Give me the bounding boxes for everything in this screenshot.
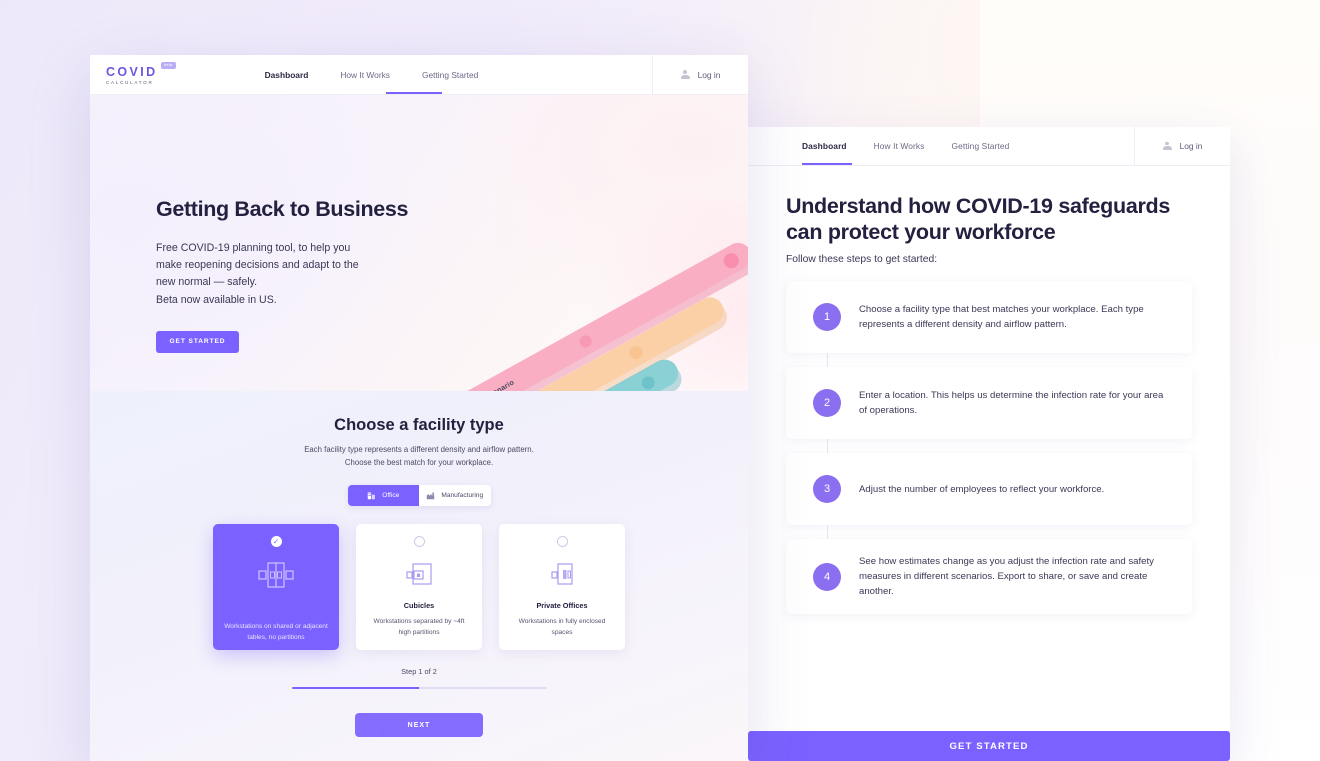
facility-card-title: Cubicles: [403, 601, 435, 610]
secondary-content: Understand how COVID-19 safeguards can p…: [748, 166, 1230, 614]
login-label: Log in: [1179, 141, 1203, 151]
step-number-badge: 4: [813, 562, 841, 591]
steps-list: 1 Choose a facility type that best match…: [786, 281, 1192, 614]
progress-bar-fill: [291, 687, 419, 690]
toggle-option-manufacturing[interactable]: Manufacturing: [419, 485, 491, 506]
facility-description: Each facility type represents a differen…: [90, 444, 748, 469]
step-text: Choose a facility type that best matches…: [859, 304, 1144, 330]
nav-item-how-it-works[interactable]: How It Works: [340, 70, 390, 80]
step-item: 2 Enter a location. This helps us determ…: [786, 367, 1192, 439]
facility-card-description: Workstations separated by ~4ft high part…: [373, 618, 465, 636]
toggle-label-manufacturing: Manufacturing: [441, 492, 484, 499]
progress-bar: [291, 687, 547, 690]
user-icon: [1162, 141, 1172, 151]
step-number-badge: 1: [813, 303, 841, 331]
cubicle-icon: [403, 558, 435, 592]
primary-window: COVID CALCULATOR beta Dashboard How It W…: [90, 55, 748, 761]
hero-line-1: Free COVID-19 planning tool, to help you: [156, 242, 351, 254]
step-text: Enter a location. This helps us determin…: [859, 390, 1164, 416]
login-label: Log in: [697, 69, 721, 80]
secondary-navbar: Dashboard How It Works Getting Started L…: [748, 127, 1230, 166]
nav-item-dashboard[interactable]: Dashboard: [802, 141, 847, 151]
facility-card-private-offices[interactable]: Private Offices Workstations in fully en…: [499, 524, 625, 650]
step-item: 3 Adjust the number of employees to refl…: [786, 453, 1192, 525]
beta-badge: beta: [161, 61, 176, 69]
facility-card-cubicles[interactable]: Cubicles Workstations separated by ~4ft …: [356, 524, 482, 650]
next-button[interactable]: NEXT: [355, 713, 483, 738]
secondary-cta-wrap: GET STARTED: [748, 731, 1230, 761]
primary-nav-links: Dashboard How It Works Getting Started: [265, 70, 479, 80]
facility-card-radio-selected[interactable]: [270, 536, 282, 548]
shared-desk-icon: [255, 558, 297, 592]
scenario-sliders-illustration: Baseline Scenario Scenario A Scenario B: [435, 195, 748, 391]
facility-type-toggle: Office Manufacturing: [347, 485, 491, 506]
step-text: Adjust the number of employees to reflec…: [859, 483, 1105, 495]
active-tab-underline: [386, 92, 442, 94]
secondary-nav-links: Dashboard How It Works Getting Started: [802, 141, 1009, 151]
step-item: 4 See how estimates change as you adjust…: [786, 539, 1192, 614]
toggle-label-office: Office: [382, 492, 400, 499]
facility-desc-line-2: Choose the best match for your workplace…: [344, 457, 494, 467]
step-text: See how estimates change as you adjust t…: [859, 556, 1154, 597]
facility-card-description: Workstations in fully enclosed spaces: [518, 618, 606, 636]
brand-logo[interactable]: COVID CALCULATOR beta: [106, 61, 176, 85]
facility-heading: Choose a facility type: [334, 416, 504, 434]
step-number-badge: 3: [813, 475, 841, 503]
scenario-marker: [577, 332, 594, 350]
facility-section: Choose a facility type Each facility typ…: [90, 391, 748, 761]
facility-card-open-plan[interactable]: Workstations on shared or adjacent table…: [213, 524, 339, 650]
hero-line-4: Beta now available in US.: [156, 293, 277, 306]
secondary-window: Dashboard How It Works Getting Started L…: [748, 127, 1230, 761]
secondary-page-title: Understand how COVID-19 safeguards can p…: [786, 194, 1171, 244]
facility-desc-line-1: Each facility type represents a differen…: [304, 445, 534, 454]
brand-subtitle: CALCULATOR: [106, 79, 154, 85]
brand-name: COVID: [106, 64, 158, 79]
facility-card-radio[interactable]: [556, 536, 568, 547]
user-icon: [680, 70, 690, 79]
hero-line-3: new normal — safely.: [156, 276, 258, 289]
nav-item-getting-started[interactable]: Getting Started: [422, 70, 478, 80]
login-button[interactable]: Log in: [652, 55, 748, 94]
facility-card-description: Workstations on shared or adjacent table…: [224, 623, 328, 641]
facility-card-title: Private Offices: [536, 601, 588, 610]
get-started-button-secondary[interactable]: GET STARTED: [748, 731, 1230, 761]
scenario-slider-handle[interactable]: [626, 343, 645, 361]
facility-card-list: Workstations on shared or adjacent table…: [90, 524, 748, 650]
step-number-badge: 2: [813, 389, 841, 417]
step-indicator: Step 1 of 2: [401, 667, 437, 676]
toggle-option-office[interactable]: Office: [347, 485, 419, 506]
office-building-icon: [367, 492, 376, 500]
nav-item-dashboard[interactable]: Dashboard: [265, 70, 309, 80]
get-started-button[interactable]: GET STARTED: [156, 330, 239, 353]
hero-section: Getting Back to Business Free COVID-19 p…: [90, 95, 748, 391]
nav-item-how-it-works[interactable]: How It Works: [874, 141, 925, 151]
facility-card-radio[interactable]: [413, 536, 425, 547]
hero-text-block: Getting Back to Business Free COVID-19 p…: [156, 197, 426, 353]
scenario-slider-handle[interactable]: [720, 250, 742, 271]
primary-navbar: COVID CALCULATOR beta Dashboard How It W…: [90, 55, 748, 95]
hero-line-2: make reopening decisions and adapt to th…: [156, 259, 359, 272]
active-tab-underline: [802, 163, 852, 165]
login-button-secondary[interactable]: Log in: [1134, 127, 1230, 165]
private-office-icon: [546, 558, 578, 592]
hero-paragraph: Free COVID-19 planning tool, to help you…: [156, 240, 426, 309]
secondary-subtitle: Follow these steps to get started:: [786, 254, 938, 265]
scenario-slider-handle[interactable]: [639, 373, 657, 391]
hero-title: Getting Back to Business: [156, 197, 409, 221]
factory-icon: [427, 492, 435, 500]
nav-item-getting-started[interactable]: Getting Started: [952, 141, 1010, 151]
scenario-label: Baseline Scenario: [454, 377, 516, 391]
step-item: 1 Choose a facility type that best match…: [786, 281, 1192, 353]
